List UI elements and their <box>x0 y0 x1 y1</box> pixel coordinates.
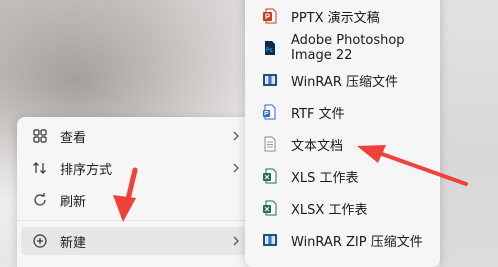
submenu-item-label: XLSX 工作表 <box>291 202 368 218</box>
svg-text:Ps: Ps <box>266 47 273 54</box>
chevron-right-icon <box>231 128 241 144</box>
submenu-item-xls[interactable]: XLS 工作表 <box>251 162 436 190</box>
menu-item-label: 新建 <box>60 235 87 251</box>
menu-item-new[interactable]: 新建 <box>21 227 248 255</box>
xlsx-file-icon <box>262 200 278 216</box>
menu-item-sort-by[interactable]: 排序方式 <box>21 154 248 182</box>
submenu-item-pptx[interactable]: PPTX 演示文稿 <box>251 2 436 30</box>
winrar-zip-icon <box>262 232 278 248</box>
menu-separator <box>17 220 252 221</box>
menu-item-label: 刷新 <box>60 194 87 210</box>
grid-view-icon <box>32 128 48 144</box>
submenu-item-winrar[interactable]: WinRAR 压缩文件 <box>251 66 436 94</box>
chevron-right-icon <box>231 233 241 249</box>
menu-item-refresh[interactable]: 刷新 <box>21 186 248 214</box>
menu-item-label: 排序方式 <box>60 162 113 178</box>
submenu-item-label: PPTX 演示文稿 <box>291 10 380 26</box>
submenu-item-label: XLS 工作表 <box>291 170 359 186</box>
menu-item-view[interactable]: 查看 <box>21 122 248 150</box>
new-submenu: PPTX 演示文稿 Ps Adobe Photoshop Image 22 Wi… <box>245 0 440 267</box>
text-document-icon <box>262 136 278 152</box>
xls-file-icon <box>262 168 278 184</box>
desktop-context-menu: 查看 排序方式 刷新 新建 <box>17 117 252 267</box>
submenu-item-label: RTF 文件 <box>291 106 345 122</box>
submenu-item-photoshop[interactable]: Ps Adobe Photoshop Image 22 <box>251 33 436 63</box>
menu-item-label: 查看 <box>60 130 87 146</box>
submenu-item-label: WinRAR 压缩文件 <box>291 74 398 90</box>
winrar-archive-icon <box>262 72 278 88</box>
rtf-file-icon <box>262 104 278 120</box>
plus-circle-icon <box>32 233 48 249</box>
desktop-background-edge <box>440 0 498 267</box>
submenu-item-winrar-zip[interactable]: WinRAR ZIP 压缩文件 <box>251 226 436 254</box>
chevron-right-icon <box>231 160 241 176</box>
pptx-file-icon <box>262 8 278 24</box>
submenu-item-text-document[interactable]: 文本文档 <box>251 130 436 158</box>
refresh-icon <box>32 192 48 208</box>
submenu-item-label: Adobe Photoshop Image 22 <box>291 33 405 63</box>
submenu-item-rtf[interactable]: RTF 文件 <box>251 98 436 126</box>
submenu-item-xlsx[interactable]: XLSX 工作表 <box>251 194 436 222</box>
photoshop-file-icon: Ps <box>262 40 278 56</box>
sort-icon <box>32 160 48 176</box>
submenu-item-label: 文本文档 <box>291 138 344 154</box>
submenu-item-label: WinRAR ZIP 压缩文件 <box>291 234 423 250</box>
